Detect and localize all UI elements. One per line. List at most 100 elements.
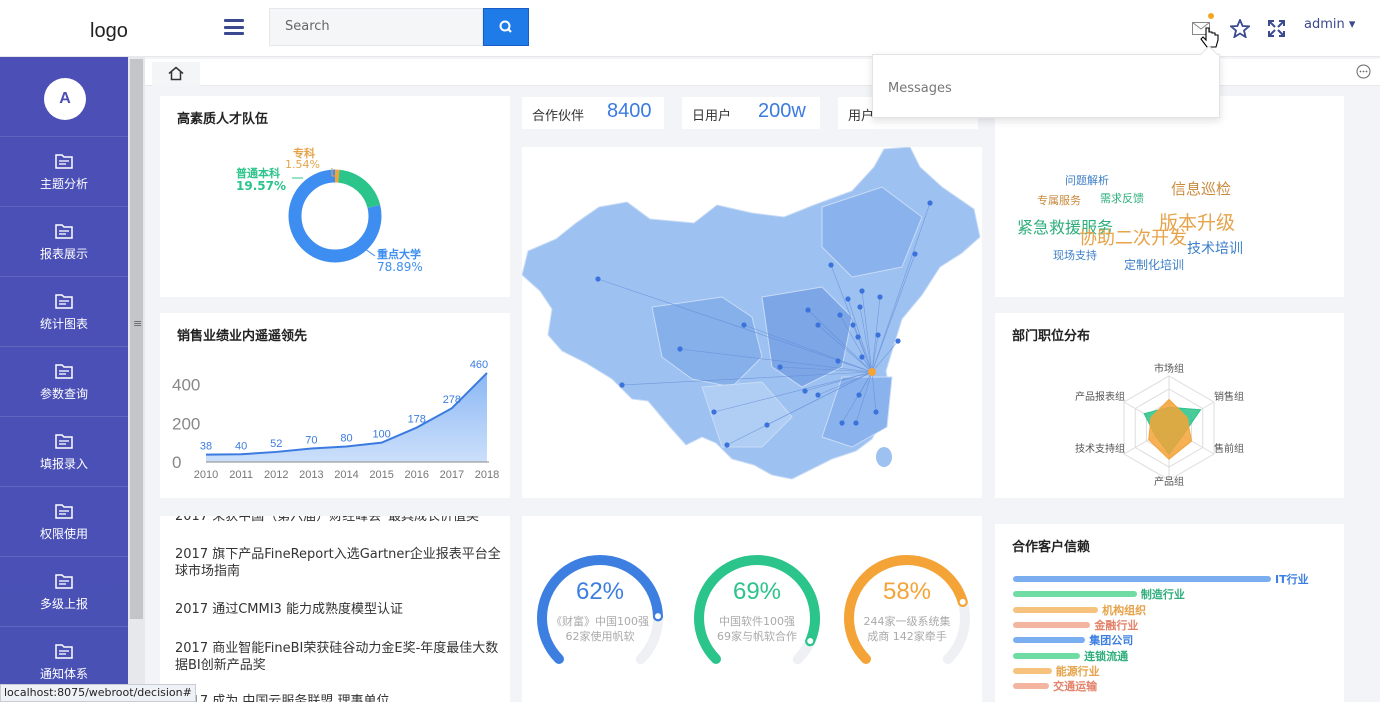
folder-icon: [55, 364, 73, 379]
x-tick-label: 2016: [405, 469, 429, 481]
folder-icon: [55, 574, 73, 589]
city-marker[interactable]: [853, 420, 859, 426]
city-marker[interactable]: [677, 346, 683, 352]
city-marker[interactable]: [895, 338, 901, 344]
wordcloud-word[interactable]: 需求反馈: [1100, 190, 1144, 206]
city-marker[interactable]: [815, 392, 821, 398]
talent-card: 高素质人才队伍 专科 1.54% 普通本科 19.57% 重点大学 78.89%: [160, 96, 510, 297]
customer-bar-label: IT行业: [1275, 573, 1309, 586]
sidebar-item[interactable]: 多级上报: [0, 556, 128, 626]
stat-daily-users: 日用户 200w: [682, 97, 820, 129]
city-marker[interactable]: [912, 251, 918, 257]
customer-bar[interactable]: [1013, 667, 1052, 674]
sidebar-item-label: 参数查询: [39, 387, 88, 401]
sidebar-item-label: 通知体系: [39, 667, 88, 681]
city-marker[interactable]: [877, 294, 883, 300]
scrollbar-thumb[interactable]: [130, 59, 143, 619]
customer-bar[interactable]: [1013, 576, 1271, 582]
city-marker[interactable]: [850, 322, 856, 328]
stat-label: 用户: [848, 109, 875, 124]
logo[interactable]: logo: [90, 20, 128, 43]
tab-home[interactable]: [152, 62, 200, 86]
wordcloud-word[interactable]: 专属服务: [1037, 192, 1081, 208]
sidebar-item[interactable]: 参数查询: [0, 346, 128, 416]
folder-icon: [55, 154, 73, 169]
slice-value-zhongdian: 78.89%: [377, 260, 423, 274]
sidebar-item[interactable]: 主题分析: [0, 136, 128, 206]
news-item[interactable]: 2017 荣获中国（第六届）财经峰会“最具成长价值奖”: [175, 516, 505, 525]
news-item[interactable]: 2017 通过CMMI3 能力成熟度模型认证: [175, 601, 505, 618]
avatar[interactable]: A: [44, 78, 86, 120]
city-marker[interactable]: [859, 288, 865, 294]
ring-percent: 58%: [882, 578, 932, 605]
news-item[interactable]: 2017 商业智能FineBI荣获硅谷动力金E奖-年度最佳大数据BI创新产品奖: [175, 640, 505, 674]
city-marker[interactable]: [835, 358, 841, 364]
data-label: 40: [235, 440, 247, 452]
stat-value: 8400: [607, 100, 652, 122]
city-marker[interactable]: [724, 442, 730, 448]
city-marker[interactable]: [619, 382, 625, 388]
city-marker[interactable]: [873, 409, 879, 415]
ring-caption-line: 成商 142家牵手: [867, 630, 947, 643]
city-marker[interactable]: [856, 392, 862, 398]
customer-bar-label: 机构组织: [1102, 603, 1147, 617]
city-marker[interactable]: [875, 332, 881, 338]
stat-partners: 合作伙伴 8400: [522, 97, 664, 129]
city-marker[interactable]: [828, 262, 834, 268]
user-menu[interactable]: admin ▾: [1304, 17, 1355, 32]
city-marker[interactable]: [855, 334, 861, 340]
news-item[interactable]: 2017 旗下产品FineReport入选Gartner企业报表平台全球市场指南: [175, 546, 505, 580]
folder-icon: [55, 294, 73, 309]
splitter-handle-icon[interactable]: ≡: [133, 317, 142, 330]
city-marker[interactable]: [815, 322, 821, 328]
city-marker[interactable]: [802, 388, 808, 394]
city-marker[interactable]: [741, 322, 747, 328]
x-tick-label: 2014: [334, 469, 358, 481]
menu-toggle-icon[interactable]: [224, 19, 244, 35]
sidebar-item-label: 多级上报: [39, 597, 88, 611]
wordcloud-word[interactable]: 定制化培训: [1124, 256, 1184, 273]
customer-bar[interactable]: [1013, 683, 1050, 690]
customer-bar[interactable]: [1013, 591, 1137, 598]
radar-axis-label: 产品组: [1154, 475, 1184, 488]
city-marker[interactable]: [805, 307, 811, 313]
sidebar-item[interactable]: 报表展示: [0, 206, 128, 276]
customer-bar[interactable]: [1013, 606, 1099, 613]
x-tick-label: 2013: [299, 469, 323, 481]
sidebar-item[interactable]: 统计图表: [0, 276, 128, 346]
customer-bar[interactable]: [1013, 637, 1086, 644]
city-marker[interactable]: [857, 304, 863, 310]
city-marker[interactable]: [595, 276, 601, 282]
city-marker[interactable]: [777, 364, 783, 370]
sidebar-item[interactable]: 填报录入: [0, 416, 128, 486]
city-marker[interactable]: [839, 420, 845, 426]
city-marker[interactable]: [837, 312, 843, 318]
news-item[interactable]: 2017 成为 中国云服务联盟 理事单位: [175, 693, 505, 702]
china-map[interactable]: [521, 146, 982, 498]
search-button[interactable]: [483, 8, 529, 46]
customer-bar-label: 能源行业: [1055, 664, 1100, 678]
more-options-icon[interactable]: [1356, 64, 1371, 79]
wordcloud-word[interactable]: 问题解析: [1065, 172, 1109, 188]
star-icon[interactable]: [1230, 19, 1250, 38]
ring-caption-line: 《财富》中国100强: [551, 615, 649, 628]
fullscreen-icon[interactable]: [1268, 20, 1285, 37]
sidebar-item[interactable]: 权限使用: [0, 486, 128, 556]
customer-bar[interactable]: [1013, 652, 1081, 659]
city-marker[interactable]: [859, 354, 865, 360]
city-marker[interactable]: [764, 422, 770, 428]
search-input[interactable]: Search: [269, 8, 483, 46]
wordcloud-word[interactable]: 信息巡检: [1171, 178, 1231, 199]
city-marker[interactable]: [927, 200, 933, 206]
folder-icon: [55, 504, 73, 519]
wordcloud-word[interactable]: 技术培训: [1187, 238, 1243, 258]
ring-caption-line: 244家一级系统集: [863, 615, 951, 628]
customer-bar[interactable]: [1013, 621, 1091, 628]
city-marker[interactable]: [711, 409, 717, 415]
hub-marker[interactable]: [868, 368, 876, 376]
customers-card: 合作客户信赖: [995, 524, 1344, 702]
wordcloud-word[interactable]: 现场支持: [1053, 247, 1097, 263]
messages-label[interactable]: Messages: [888, 81, 952, 96]
sidebar-scrollbar[interactable]: [128, 57, 145, 702]
city-marker[interactable]: [845, 296, 851, 302]
